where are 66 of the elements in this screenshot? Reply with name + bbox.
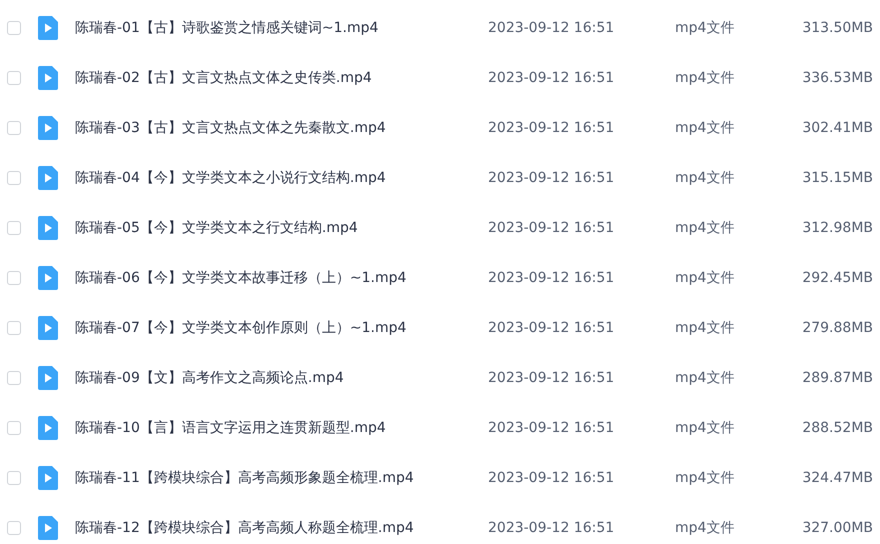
checkbox[interactable] [7,271,21,285]
file-type: mp4文件 [675,469,736,487]
modified-date: 2023-09-12 16:51 [488,270,616,286]
checkbox[interactable] [7,71,21,85]
file-name[interactable]: 陈瑞春-06【今】文学类文本故事迁移（上）~1.mp4 [75,269,488,287]
file-size: 289.87MB [801,370,873,386]
file-type: mp4文件 [675,369,736,387]
modified-date: 2023-09-12 16:51 [488,320,616,336]
file-name[interactable]: 陈瑞春-01【古】诗歌鉴赏之情感关键词~1.mp4 [75,19,488,37]
video-file-icon [38,266,58,290]
video-file-icon [38,66,58,90]
modified-date: 2023-09-12 16:51 [488,370,616,386]
checkbox[interactable] [7,321,21,335]
file-size: 313.50MB [801,20,873,36]
file-type: mp4文件 [675,169,736,187]
modified-date: 2023-09-12 16:51 [488,520,616,536]
video-file-icon [38,116,58,140]
modified-date: 2023-09-12 16:51 [488,20,616,36]
video-file-icon [38,466,58,490]
file-name[interactable]: 陈瑞春-05【今】文学类文本之行文结构.mp4 [75,219,488,237]
checkbox[interactable] [7,21,21,35]
modified-date: 2023-09-12 16:51 [488,420,616,436]
file-name[interactable]: 陈瑞春-09【文】高考作文之高频论点.mp4 [75,369,488,387]
video-file-icon [38,416,58,440]
modified-date: 2023-09-12 16:51 [488,220,616,236]
modified-date: 2023-09-12 16:51 [488,170,616,186]
video-file-icon [38,216,58,240]
modified-date: 2023-09-12 16:51 [488,120,616,136]
file-name[interactable]: 陈瑞春-12【跨模块综合】高考高频人称题全梳理.mp4 [75,519,488,537]
file-size: 336.53MB [801,70,873,86]
file-size: 288.52MB [801,420,873,436]
file-type: mp4文件 [675,519,736,537]
file-name[interactable]: 陈瑞春-04【今】文学类文本之小说行文结构.mp4 [75,169,488,187]
file-type: mp4文件 [675,269,736,287]
file-size: 324.47MB [801,470,873,486]
file-name[interactable]: 陈瑞春-07【今】文学类文本创作原则（上）~1.mp4 [75,319,488,337]
file-type: mp4文件 [675,69,736,87]
modified-date: 2023-09-12 16:51 [488,70,616,86]
video-file-icon [38,316,58,340]
file-type: mp4文件 [675,119,736,137]
checkbox[interactable] [7,471,21,485]
checkbox[interactable] [7,421,21,435]
checkbox[interactable] [7,121,21,135]
video-file-icon [38,16,58,40]
video-file-icon [38,366,58,390]
video-file-icon [38,166,58,190]
checkbox[interactable] [7,371,21,385]
file-name[interactable]: 陈瑞春-02【古】文言文热点文体之史传类.mp4 [75,69,488,87]
modified-date: 2023-09-12 16:51 [488,470,616,486]
file-size: 327.00MB [801,520,873,536]
file-size: 292.45MB [801,270,873,286]
file-name[interactable]: 陈瑞春-11【跨模块综合】高考高频形象题全梳理.mp4 [75,469,488,487]
file-type: mp4文件 [675,319,736,337]
checkbox[interactable] [7,221,21,235]
file-size: 312.98MB [801,220,873,236]
checkbox[interactable] [7,171,21,185]
file-name[interactable]: 陈瑞春-10【言】语言文字运用之连贯新题型.mp4 [75,419,488,437]
checkbox[interactable] [7,521,21,535]
file-type: mp4文件 [675,219,736,237]
file-size: 302.41MB [801,120,873,136]
file-type: mp4文件 [675,19,736,37]
video-file-icon [38,516,58,540]
file-type: mp4文件 [675,419,736,437]
file-name[interactable]: 陈瑞春-03【古】文言文热点文体之先秦散文.mp4 [75,119,488,137]
file-size: 279.88MB [801,320,873,336]
file-size: 315.15MB [801,170,873,186]
